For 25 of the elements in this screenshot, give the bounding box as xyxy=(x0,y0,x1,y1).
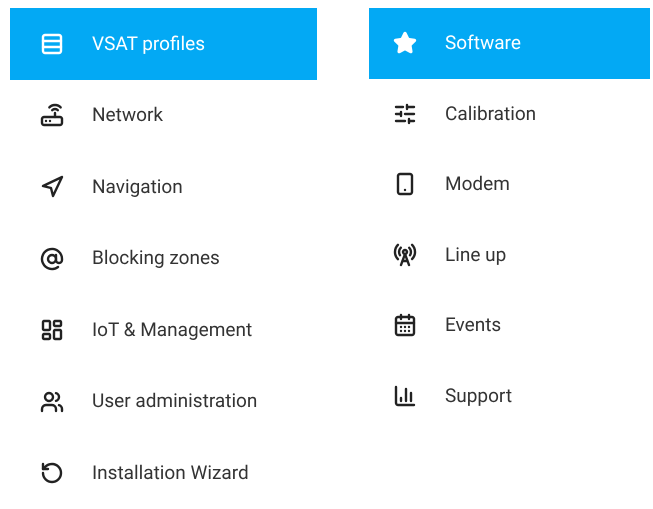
menu-label: Events xyxy=(445,312,502,338)
star-icon xyxy=(393,31,417,56)
menu-label: Software xyxy=(445,30,521,56)
menu-label: Calibration xyxy=(445,100,536,126)
menu-label: VSAT profiles xyxy=(92,30,206,57)
menu-label: Support xyxy=(445,382,512,408)
menu-label: Installation Wizard xyxy=(92,460,249,486)
menu-label: Navigation xyxy=(92,174,183,200)
calendar-icon xyxy=(393,313,417,338)
chart-icon xyxy=(393,384,417,408)
at-sign-icon xyxy=(40,246,64,271)
navigation-arrow-icon xyxy=(40,174,64,199)
users-icon xyxy=(40,390,64,414)
menu-label: User administration xyxy=(92,388,258,414)
sliders-icon xyxy=(393,102,417,126)
menu-label: Modem xyxy=(445,171,510,197)
menu-label: Blocking zones xyxy=(92,245,220,272)
antenna-icon xyxy=(393,242,417,267)
menu-label: Network xyxy=(92,102,164,128)
menu-label: IoT & Management xyxy=(92,316,252,343)
menu-label: Line up xyxy=(445,242,506,268)
refresh-icon xyxy=(40,461,64,486)
dashboard-icon xyxy=(40,318,64,342)
router-icon xyxy=(40,103,64,128)
list-icon xyxy=(40,32,64,56)
